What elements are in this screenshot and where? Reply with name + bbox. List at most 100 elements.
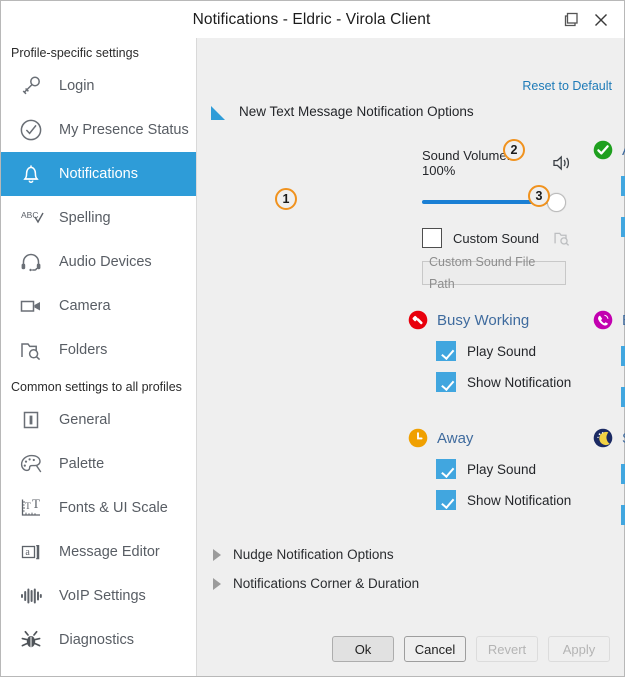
cancel-button[interactable]: Cancel [404,636,466,662]
sidebar-item-audio-devices[interactable]: Audio Devices [1,240,196,284]
dialog-button-bar: Ok Cancel Revert Apply [197,636,610,662]
play-sound-checkbox[interactable] [436,459,456,479]
window-body: Profile-specific settings Login My Prese… [1,38,625,676]
sidebar-item-folders[interactable]: Folders [1,328,196,372]
settings-content: Reset to Default New Text Message Notifi… [197,38,625,676]
annotation-badge-1: 1 [275,188,297,210]
window-controls [556,6,624,34]
check-circle-icon [17,116,45,144]
sidebar-item-palette[interactable]: Palette [1,442,196,486]
sidebar-item-general[interactable]: General [1,398,196,442]
play-sound-row: Play Sound [621,171,625,201]
show-notification-checkbox[interactable] [436,490,456,510]
sidebar-item-voip-settings[interactable]: VoIP Settings [1,574,196,618]
sidebar-item-login[interactable]: Login [1,64,196,108]
reset-to-default-link[interactable]: Reset to Default [522,79,612,93]
close-icon[interactable] [586,6,616,34]
annotation-badge-2: 2 [503,139,525,161]
play-sound-checkbox[interactable] [621,176,625,196]
svg-text:T: T [32,496,40,511]
waveform-icon [17,582,45,610]
sidebar-item-label: Folders [59,342,108,358]
sound-volume-group: Sound Volume: 100% Custom Sound Custom S… [422,148,572,291]
section-title: Notifications Corner & Duration [233,576,420,591]
play-sound-checkbox[interactable] [621,464,625,484]
away-clock-icon [408,428,428,448]
section-title: Nudge Notification Options [233,547,394,562]
sidebar-item-message-editor[interactable]: a Message Editor [1,530,196,574]
sidebar-item-label: Notifications [59,166,138,182]
sidebar-item-label: Audio Devices [59,254,152,270]
sidebar-item-diagnostics[interactable]: Diagnostics [1,618,196,662]
title-bar: Notifications - Eldric - Virola Client [1,1,624,38]
status-group-available: Available Play Sound Show Notification [593,140,625,242]
key-icon [17,72,45,100]
show-notification-row: Show Notification [621,382,625,412]
status-group-busy-working: Busy Working Play Sound Show Notificatio… [408,310,571,392]
busy-meeting-phone-icon [593,310,613,330]
play-sound-label: Play Sound [467,343,537,359]
abc-check-icon: ABC [17,204,45,232]
sidebar-item-label: Spelling [59,210,111,226]
annotation-badge-3: 3 [528,185,550,207]
sidebar-item-fonts-ui-scale[interactable]: T T Fonts & UI Scale [1,486,196,530]
status-group-sleeping: Sleeping Play Sound Show Notification [593,428,625,530]
speaker-icon[interactable] [552,154,572,172]
sidebar-item-label: Diagnostics [59,632,134,648]
sidebar-item-label: VoIP Settings [59,588,146,604]
sidebar-item-my-presence-status[interactable]: My Presence Status [1,108,196,152]
palette-icon [17,450,45,478]
restore-window-icon[interactable] [556,6,586,34]
status-name: Busy Working [437,311,530,329]
status-header: Available [593,140,625,160]
show-notification-checkbox[interactable] [436,372,456,392]
sidebar-item-label: Camera [59,298,111,314]
sidebar-item-label: My Presence Status [59,122,189,138]
sidebar-item-camera[interactable]: Camera [1,284,196,328]
show-notification-row: Show Notification [621,212,625,242]
status-group-away: Away Play Sound Show Notification [408,428,571,510]
play-sound-row: Play Sound [621,459,625,489]
section-header-notifications-corner-duration[interactable]: Notifications Corner & Duration [211,576,419,591]
chevron-collapsed-icon [213,577,221,590]
play-sound-checkbox[interactable] [436,341,456,361]
play-sound-row: Play Sound [436,459,571,479]
message-editor-icon: a [17,538,45,566]
play-sound-row: Play Sound [621,341,625,371]
show-notification-checkbox[interactable] [621,217,625,237]
play-sound-checkbox[interactable] [621,346,625,366]
show-notification-row: Show Notification [436,372,571,392]
chevron-collapsed-icon [213,548,221,561]
sidebar-item-label: Message Editor [59,544,160,560]
section-header-nudge-notification[interactable]: Nudge Notification Options [211,547,394,562]
revert-button: Revert [476,636,538,662]
show-notification-row: Show Notification [436,490,571,510]
section-header-new-text-message[interactable]: New Text Message Notification Options [211,104,474,120]
chevron-expanded-icon [211,105,225,120]
status-header: Sleeping [593,428,625,448]
status-header: Away [408,428,571,448]
settings-sidebar: Profile-specific settings Login My Prese… [1,38,197,676]
svg-text:a: a [25,547,30,558]
custom-sound-checkbox[interactable] [422,228,442,248]
show-notification-row: Show Notification [621,500,625,530]
status-header: Busy Meeting [593,310,625,330]
status-group-busy-meeting: Busy Meeting Play Sound Show Notificatio… [593,310,625,412]
folder-search-icon [17,336,45,364]
show-notification-checkbox[interactable] [621,505,625,525]
sidebar-item-notifications[interactable]: Notifications [1,152,196,196]
ok-button[interactable]: Ok [332,636,394,662]
sidebar-item-spelling[interactable]: ABC Spelling [1,196,196,240]
show-notification-label: Show Notification [467,492,572,508]
custom-sound-path-input[interactable]: Custom Sound File Path [422,255,566,291]
sidebar-group-label-common: Common settings to all profiles [11,380,182,394]
svg-text:T: T [25,502,31,512]
bell-icon [17,160,45,188]
sidebar-item-label: Palette [59,456,105,472]
general-box-icon [17,406,45,434]
browse-folder-search-icon[interactable] [552,228,572,248]
show-notification-checkbox[interactable] [621,387,625,407]
bug-icon [17,626,45,654]
play-sound-label: Play Sound [467,461,537,477]
font-scale-icon: T T [17,494,45,522]
